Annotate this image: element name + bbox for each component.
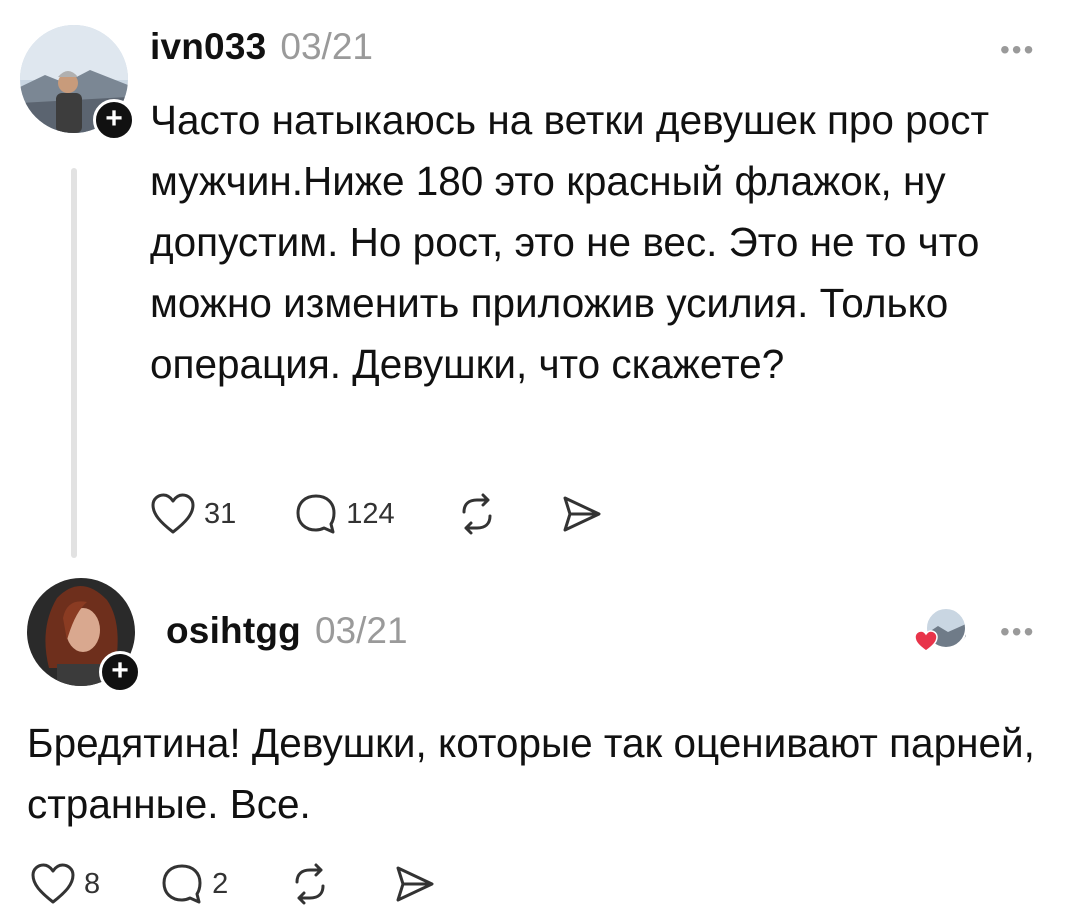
comment-button[interactable]: 124 xyxy=(294,492,395,536)
post-date: 03/21 xyxy=(280,26,373,67)
comment-icon xyxy=(296,494,336,534)
like-count: 8 xyxy=(84,867,101,900)
heart-filled-icon xyxy=(914,630,938,652)
repost-button[interactable] xyxy=(288,862,332,906)
comment-count: 124 xyxy=(346,497,395,530)
comment-icon xyxy=(162,864,202,904)
repost-button[interactable] xyxy=(455,492,499,536)
send-icon xyxy=(396,866,434,902)
heart-icon xyxy=(31,863,75,904)
more-dots-icon[interactable]: ••• xyxy=(1000,616,1035,648)
like-count: 31 xyxy=(204,497,237,530)
liked-by-indicator[interactable] xyxy=(914,606,968,654)
share-button[interactable] xyxy=(392,862,436,906)
reply-username[interactable]: osihtgg xyxy=(166,610,301,652)
like-button[interactable]: 8 xyxy=(30,862,100,906)
reply-date: 03/21 xyxy=(314,610,408,651)
more-dots-icon[interactable]: ••• xyxy=(1000,34,1035,66)
post-actions: 31 124 xyxy=(150,492,603,536)
repost-icon xyxy=(295,863,325,905)
reply-actions: 8 2 xyxy=(30,862,436,906)
reply-text: Бредятина! Девушки, которые так оцениваю… xyxy=(27,720,1035,827)
share-button[interactable] xyxy=(559,492,603,536)
send-icon xyxy=(563,496,601,532)
like-button[interactable]: 31 xyxy=(150,492,236,536)
username[interactable]: ivn033 xyxy=(150,26,266,68)
repost-icon xyxy=(462,493,492,535)
post-header: ivn033 03/21 xyxy=(150,26,373,68)
follow-plus-icon[interactable]: + xyxy=(93,99,135,141)
follow-plus-icon[interactable]: + xyxy=(99,651,141,693)
reply-header: osihtgg 03/21 xyxy=(166,610,408,652)
post-text: Часто натыкаюсь на ветки девушек про рос… xyxy=(150,97,990,387)
thread-line xyxy=(71,168,77,558)
comment-button[interactable]: 2 xyxy=(160,862,228,906)
comment-count: 2 xyxy=(212,867,229,900)
heart-icon xyxy=(151,493,195,534)
